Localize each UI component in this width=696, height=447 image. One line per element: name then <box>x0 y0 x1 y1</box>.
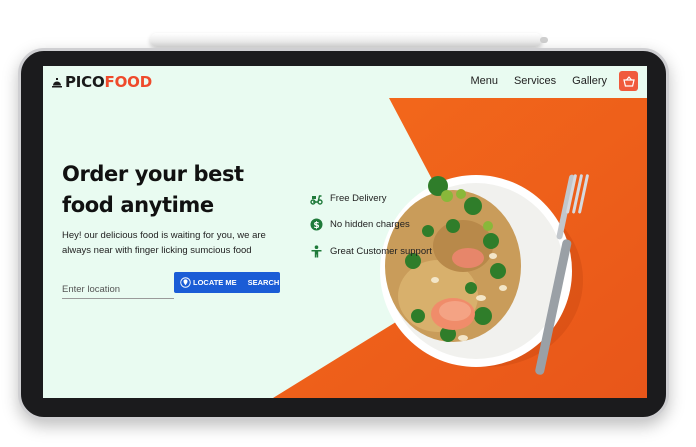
dollar-icon: $ <box>310 218 323 231</box>
locate-me-label: LOCATE ME <box>193 278 237 287</box>
nav-item-menu[interactable]: Menu <box>470 75 498 87</box>
svg-text:$: $ <box>313 221 319 231</box>
feature-label: Free Delivery <box>330 192 387 204</box>
feature-free-delivery: Free Delivery <box>310 185 432 212</box>
stylus <box>150 33 548 47</box>
nav-item-gallery[interactable]: Gallery <box>572 75 607 87</box>
logo-text-pico: PICO <box>65 73 105 91</box>
hero-subtitle: Hey! our delicious food is waiting for y… <box>62 230 266 256</box>
feature-label: Great Customer support <box>330 245 432 257</box>
locate-me-button[interactable]: LOCATE ME <box>174 277 237 288</box>
nav-links: Menu Services Gallery <box>470 75 607 87</box>
feature-no-hidden-charges: $ No hidden charges <box>310 212 432 239</box>
feature-label: No hidden charges <box>330 219 410 231</box>
hero-title: Order your best food anytime <box>62 162 244 217</box>
stylus-tip <box>540 37 548 43</box>
search-button[interactable]: SEARCH <box>248 278 280 287</box>
logo-text-food: FOOD <box>104 73 153 91</box>
tablet-frame: PICO FOOD Menu Services Gallery Order yo… <box>18 48 669 420</box>
features-list: Free Delivery $ No hidden charges Great … <box>310 185 432 265</box>
food-dish-icon <box>52 78 62 88</box>
nav-item-services[interactable]: Services <box>514 75 556 87</box>
navbar: PICO FOOD Menu Services Gallery <box>43 66 647 98</box>
app-screen: PICO FOOD Menu Services Gallery Order yo… <box>43 66 647 398</box>
scooter-icon <box>310 195 323 205</box>
search-button-group: LOCATE ME SEARCH <box>174 272 280 293</box>
brand-logo[interactable]: PICO FOOD <box>50 73 152 91</box>
cart-button[interactable] <box>619 71 638 91</box>
basket-icon <box>622 75 635 87</box>
person-icon <box>311 245 322 258</box>
location-input[interactable] <box>62 281 174 299</box>
feature-customer-support: Great Customer support <box>310 238 432 265</box>
location-pin-icon <box>180 277 191 288</box>
